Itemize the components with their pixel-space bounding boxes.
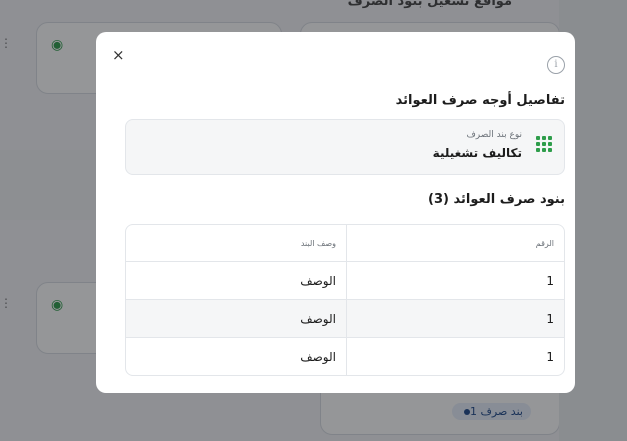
table-row: 1 الوصف <box>126 299 564 337</box>
table-row: 1 الوصف <box>126 337 564 375</box>
expense-type-card: نوع بند الصرف تكاليف تشغيلية <box>125 119 565 175</box>
row-description: الوصف <box>300 273 336 288</box>
row-description: الوصف <box>300 349 336 364</box>
column-header-number: الرقم <box>346 225 564 261</box>
column-header-description: وصف البند <box>300 238 336 248</box>
expense-type-value: تكاليف تشغيلية <box>432 146 522 160</box>
modal-title: تفاصيل أوجه صرف العوائد <box>395 93 565 108</box>
details-modal: × i تفاصيل أوجه صرف العوائد نوع بند الصر… <box>96 32 575 393</box>
row-number: 1 <box>346 300 564 337</box>
row-number: 1 <box>346 338 564 375</box>
table-header-row: الرقم وصف البند <box>126 225 564 261</box>
table-row: 1 الوصف <box>126 261 564 299</box>
expense-type-label: نوع بند الصرف <box>466 130 522 140</box>
info-icon: i <box>547 56 565 74</box>
grid-icon <box>536 136 552 152</box>
row-description: الوصف <box>300 311 336 326</box>
row-number: 1 <box>346 262 564 299</box>
items-title: بنود صرف العوائد (3) <box>428 192 565 207</box>
close-icon[interactable]: × <box>112 46 125 64</box>
items-table: الرقم وصف البند 1 الوصف 1 الوصف 1 الوصف <box>125 224 565 376</box>
